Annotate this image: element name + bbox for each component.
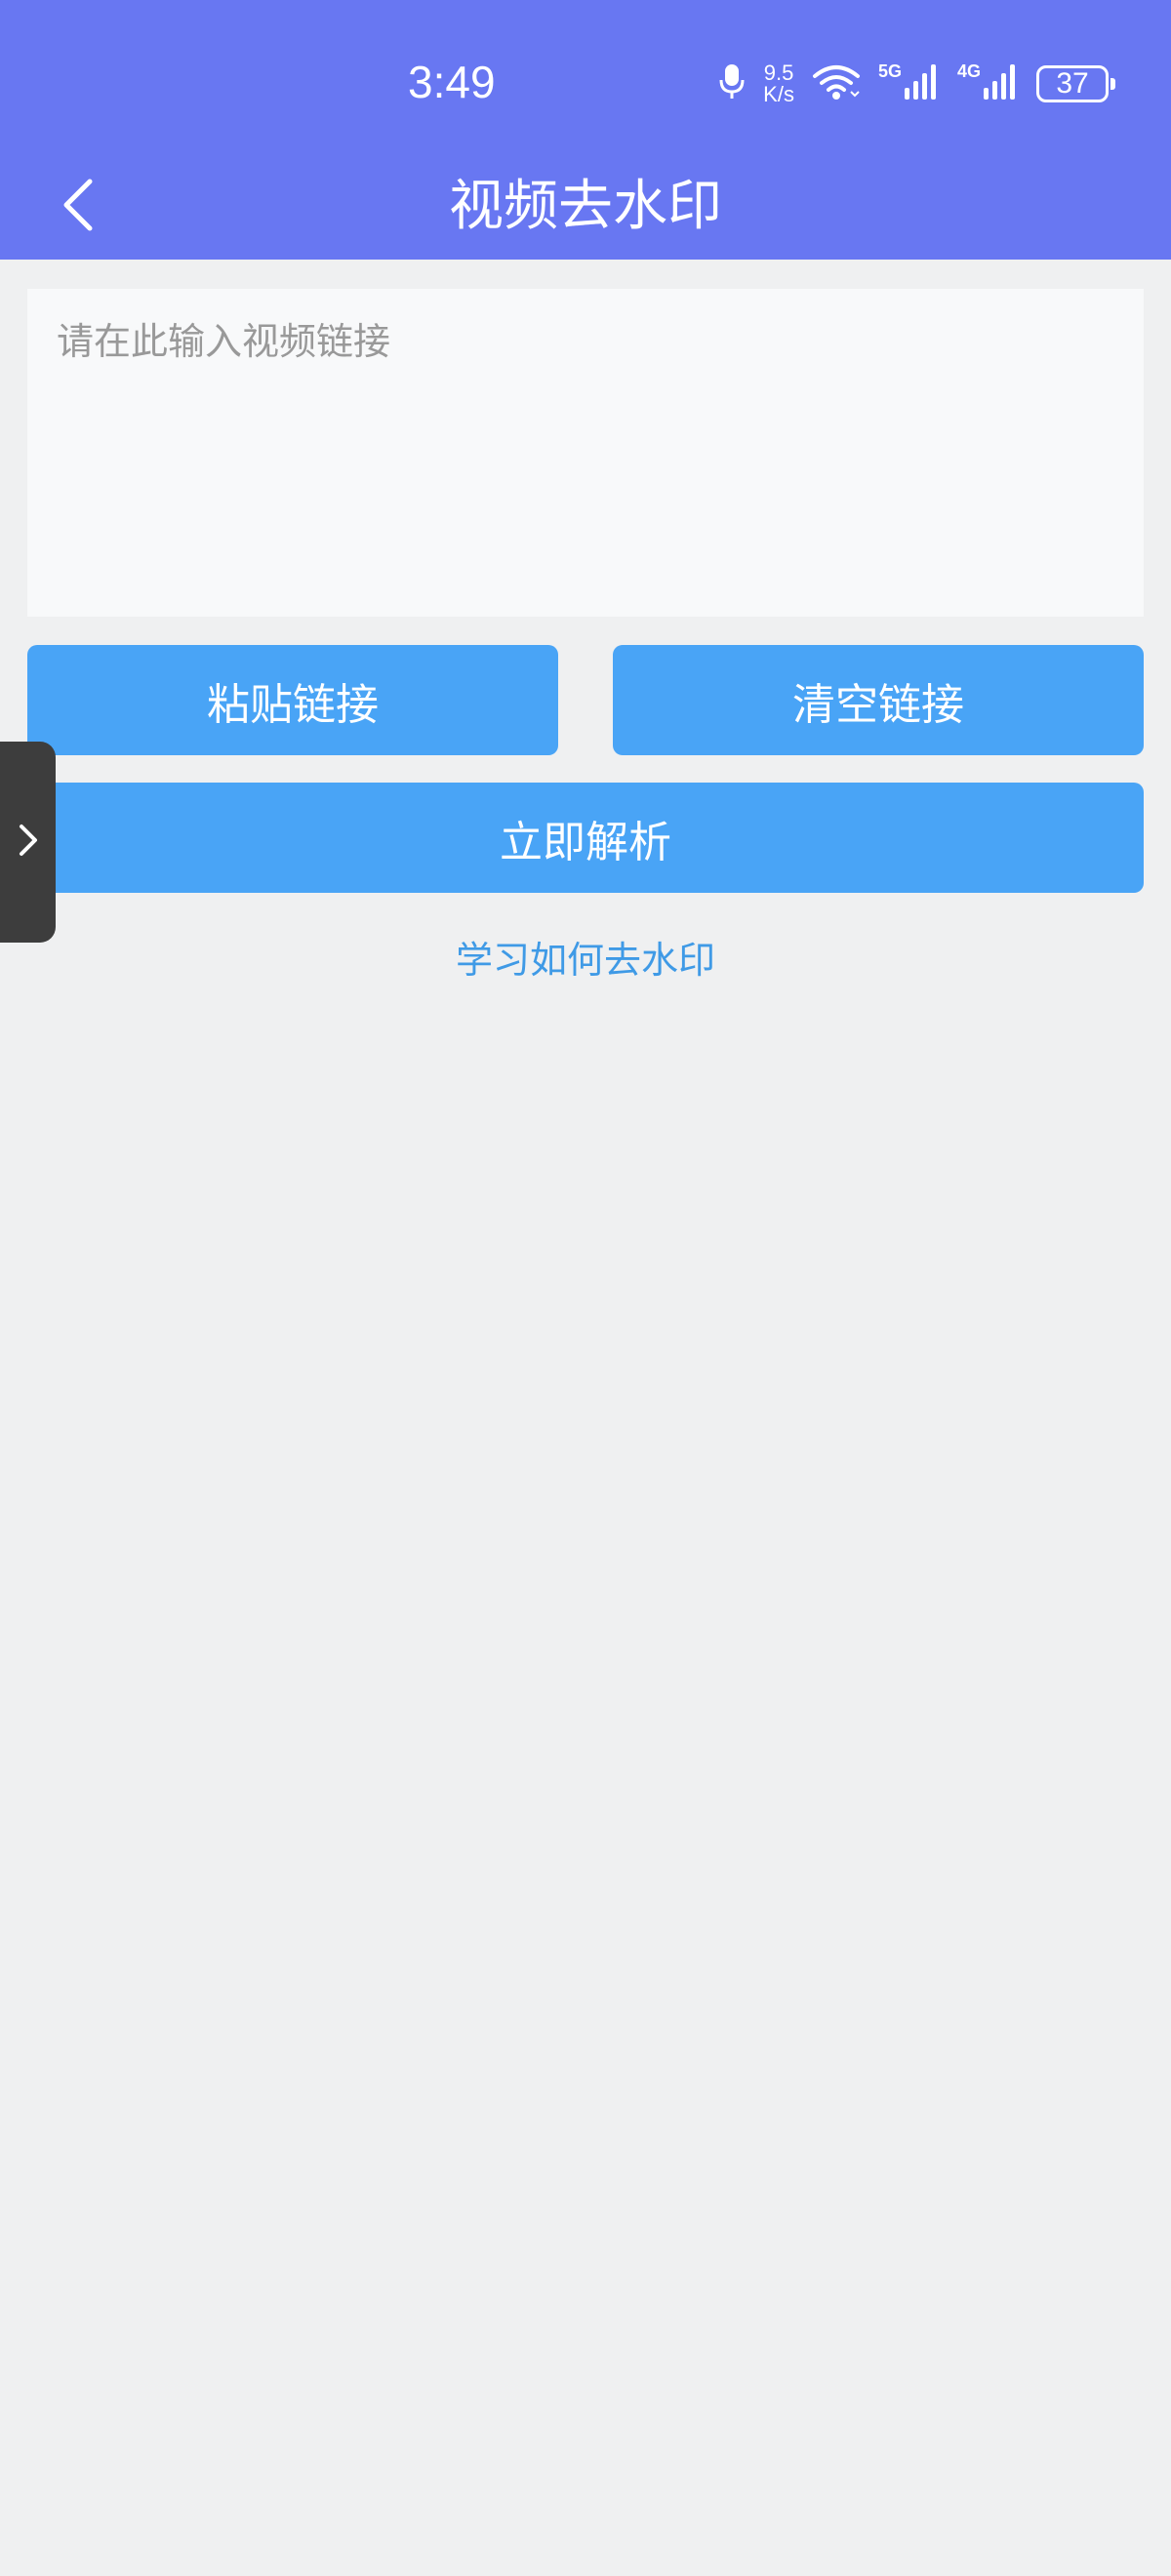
status-icons: 9.5 K/s 5G 4G 37 — [718, 60, 1115, 107]
signal-icon — [984, 62, 1019, 105]
side-drawer-toggle[interactable] — [0, 742, 56, 943]
app-header: 3:49 9.5 K/s 5G 4G 37 视频去水印 — [0, 0, 1171, 260]
battery-tip — [1110, 78, 1115, 90]
net2-label: 4G — [956, 61, 981, 81]
speed-value: 9.5 — [763, 60, 794, 85]
learn-remove-watermark-link[interactable]: 学习如何去水印 — [0, 931, 1171, 989]
page-title: 视频去水印 — [449, 175, 722, 238]
battery-icon: 37 — [1036, 65, 1115, 102]
speed-unit: K/s — [763, 82, 794, 106]
signal-4g: 4G — [957, 62, 1019, 105]
status-time: 3:49 — [408, 57, 496, 107]
video-link-input[interactable] — [27, 289, 1144, 617]
network-speed: 9.5 K/s — [763, 62, 794, 105]
paste-link-button[interactable]: 粘贴链接 — [27, 645, 558, 755]
wifi-icon — [812, 62, 861, 105]
net1-label: 5G — [877, 61, 902, 81]
parse-now-button[interactable]: 立即解析 — [27, 783, 1144, 893]
battery-level: 37 — [1056, 67, 1089, 100]
clear-link-button[interactable]: 清空链接 — [613, 645, 1144, 755]
signal-5g: 5G — [878, 62, 940, 105]
chevron-right-icon — [18, 823, 39, 862]
microphone-icon — [718, 62, 746, 105]
signal-icon — [904, 62, 940, 105]
